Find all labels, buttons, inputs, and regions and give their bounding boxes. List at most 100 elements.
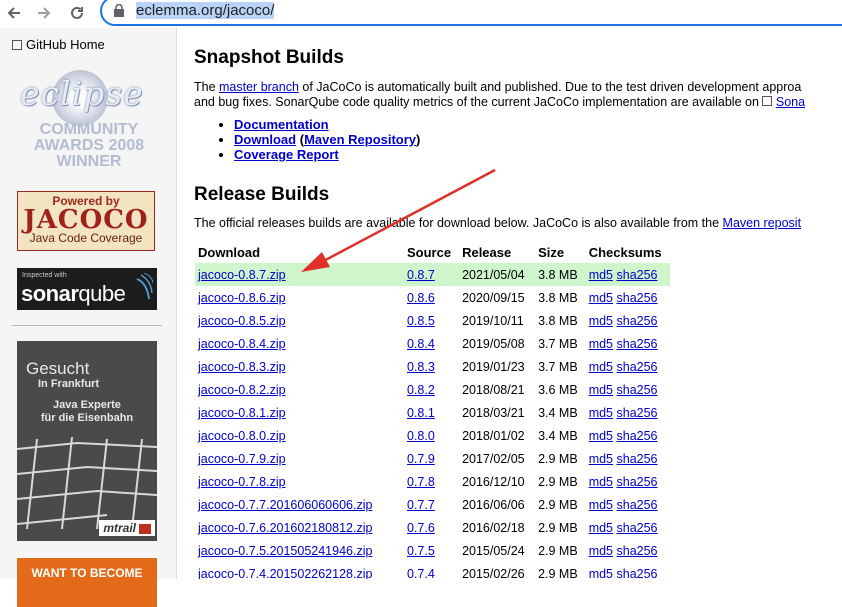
sha256-checksum-link[interactable]: sha256: [617, 268, 658, 282]
lock-icon: [114, 4, 124, 17]
back-button[interactable]: [3, 2, 25, 24]
table-row: jacoco-0.8.5.zip 0.8.5 2019/10/11 3.8 MB md5…: [195, 309, 670, 332]
md5-checksum-link[interactable]: md5: [589, 498, 613, 512]
sha256-checksum-link[interactable]: sha256: [617, 567, 658, 580]
download-zip-link[interactable]: jacoco-0.8.5.zip: [198, 314, 286, 328]
external-link-icon: [762, 96, 773, 106]
file-size: 3.7 MB: [538, 336, 578, 351]
source-version-link[interactable]: 0.7.9: [407, 452, 435, 466]
release-date: 2017/02/05: [462, 451, 525, 466]
address-bar[interactable]: eclemma.org/jacoco/: [100, 0, 842, 26]
download-zip-link[interactable]: jacoco-0.8.2.zip: [198, 383, 286, 397]
sha256-checksum-link[interactable]: sha256: [617, 452, 658, 466]
sha256-checksum-link[interactable]: sha256: [617, 314, 658, 328]
left-sidebar: GitHub Home eclipse COMMUNITY AWARDS 200…: [0, 28, 177, 607]
url-text[interactable]: eclemma.org/jacoco/: [136, 2, 275, 19]
browser-toolbar: eclemma.org/jacoco/: [0, 0, 842, 28]
md5-checksum-link[interactable]: md5: [589, 383, 613, 397]
md5-checksum-link[interactable]: md5: [589, 452, 613, 466]
promo-banner[interactable]: WANT TO BECOME: [17, 558, 157, 607]
release-date: 2019/05/08: [462, 336, 525, 351]
download-zip-link[interactable]: jacoco-0.8.0.zip: [198, 429, 286, 443]
release-date: 2015/02/26: [462, 566, 525, 580]
download-zip-link[interactable]: jacoco-0.8.1.zip: [198, 406, 286, 420]
file-size: 2.9 MB: [538, 520, 578, 535]
ad-location: In Frankfurt: [38, 378, 100, 390]
reload-icon: [71, 6, 83, 19]
snapshot-description-line1: The master branch of JaCoCo is automatic…: [194, 80, 802, 94]
md5-checksum-link[interactable]: md5: [589, 475, 613, 489]
source-version-link[interactable]: 0.8.1: [407, 406, 435, 420]
sha256-checksum-link[interactable]: sha256: [617, 406, 658, 420]
md5-checksum-link[interactable]: md5: [589, 544, 613, 558]
source-version-link[interactable]: 0.8.4: [407, 337, 435, 351]
md5-checksum-link[interactable]: md5: [589, 291, 613, 305]
md5-checksum-link[interactable]: md5: [589, 360, 613, 374]
documentation-link[interactable]: Documentation: [234, 117, 329, 132]
source-version-link[interactable]: 0.8.0: [407, 429, 435, 443]
sha256-checksum-link[interactable]: sha256: [617, 383, 658, 397]
sha256-checksum-link[interactable]: sha256: [617, 544, 658, 558]
sonarqube-link[interactable]: Sona: [776, 95, 805, 109]
download-zip-link[interactable]: jacoco-0.8.4.zip: [198, 337, 286, 351]
md5-checksum-link[interactable]: md5: [589, 337, 613, 351]
source-version-link[interactable]: 0.7.5: [407, 544, 435, 558]
source-version-link[interactable]: 0.7.8: [407, 475, 435, 489]
md5-checksum-link[interactable]: md5: [589, 406, 613, 420]
reload-button[interactable]: [66, 2, 88, 24]
sha256-checksum-link[interactable]: sha256: [617, 429, 658, 443]
column-header-download: Download: [198, 244, 261, 260]
download-zip-link[interactable]: jacoco-0.8.3.zip: [198, 360, 286, 374]
release-date: 2016/06/06: [462, 497, 525, 512]
md5-checksum-link[interactable]: md5: [589, 268, 613, 282]
github-home-link[interactable]: GitHub Home: [12, 37, 105, 52]
download-link[interactable]: Download: [234, 132, 296, 147]
sonar-inspected-label: Inspected with: [22, 272, 67, 279]
maven-repository-link[interactable]: Maven Repository: [304, 132, 416, 147]
sha256-checksum-link[interactable]: sha256: [617, 337, 658, 351]
source-version-link[interactable]: 0.8.7: [407, 268, 435, 282]
download-zip-link[interactable]: jacoco-0.7.4.201502262128.zip: [198, 567, 372, 580]
coverage-report-link[interactable]: Coverage Report: [234, 147, 339, 162]
sha256-checksum-link[interactable]: sha256: [617, 360, 658, 374]
mtrail-job-ad[interactable]: Gesucht In Frankfurt Java Experte für di…: [17, 341, 157, 541]
sonarqube-badge[interactable]: Inspected with sonarqube: [17, 268, 157, 310]
sha256-checksum-link[interactable]: sha256: [617, 521, 658, 535]
powered-by-jacoco-badge[interactable]: Powered by JACOCO Java Code Coverage: [17, 191, 155, 251]
release-date: 2018/08/21: [462, 382, 525, 397]
md5-checksum-link[interactable]: md5: [589, 314, 613, 328]
file-size: 2.9 MB: [538, 543, 578, 558]
source-version-link[interactable]: 0.7.7: [407, 498, 435, 512]
sha256-checksum-link[interactable]: sha256: [617, 291, 658, 305]
source-version-link[interactable]: 0.7.6: [407, 521, 435, 535]
sha256-checksum-link[interactable]: sha256: [617, 475, 658, 489]
table-header-row: Download Source Release Size Checksums: [195, 241, 670, 263]
table-row: jacoco-0.7.5.201505241946.zip 0.7.5 2015/0…: [195, 539, 670, 562]
award-text: COMMUNITY AWARDS 2008 WINNER: [33, 121, 145, 170]
download-zip-link[interactable]: jacoco-0.7.9.zip: [198, 452, 286, 466]
eclipse-award-badge[interactable]: eclipse COMMUNITY AWARDS 2008 WINNER: [14, 68, 164, 173]
forward-button[interactable]: [33, 2, 55, 24]
source-version-link[interactable]: 0.8.3: [407, 360, 435, 374]
download-zip-link[interactable]: jacoco-0.7.6.201602180812.zip: [198, 521, 372, 535]
table-row: jacoco-0.7.8.zip 0.7.8 2016/12/10 2.9 MB md5…: [195, 470, 670, 493]
download-zip-link[interactable]: jacoco-0.7.8.zip: [198, 475, 286, 489]
source-version-link[interactable]: 0.8.5: [407, 314, 435, 328]
md5-checksum-link[interactable]: md5: [589, 521, 613, 535]
release-date: 2016/12/10: [462, 474, 525, 489]
download-zip-link[interactable]: jacoco-0.8.6.zip: [198, 291, 286, 305]
download-zip-link[interactable]: jacoco-0.7.7.201606060606.zip: [198, 498, 372, 512]
download-zip-link[interactable]: jacoco-0.8.7.zip: [198, 268, 286, 282]
source-version-link[interactable]: 0.8.6: [407, 291, 435, 305]
main-content: Snapshot Builds The master branch of JaC…: [194, 28, 842, 579]
source-version-link[interactable]: 0.8.2: [407, 383, 435, 397]
table-row: jacoco-0.7.6.201602180812.zip 0.7.6 2016/0…: [195, 516, 670, 539]
md5-checksum-link[interactable]: md5: [589, 567, 613, 580]
md5-checksum-link[interactable]: md5: [589, 429, 613, 443]
download-zip-link[interactable]: jacoco-0.7.5.201505241946.zip: [198, 544, 372, 558]
maven-repository-link[interactable]: Maven reposit: [723, 216, 802, 230]
source-version-link[interactable]: 0.7.4: [407, 567, 435, 580]
sha256-checksum-link[interactable]: sha256: [617, 498, 658, 512]
master-branch-link[interactable]: master branch: [219, 80, 299, 94]
list-item: Download (Maven Repository): [234, 132, 420, 147]
